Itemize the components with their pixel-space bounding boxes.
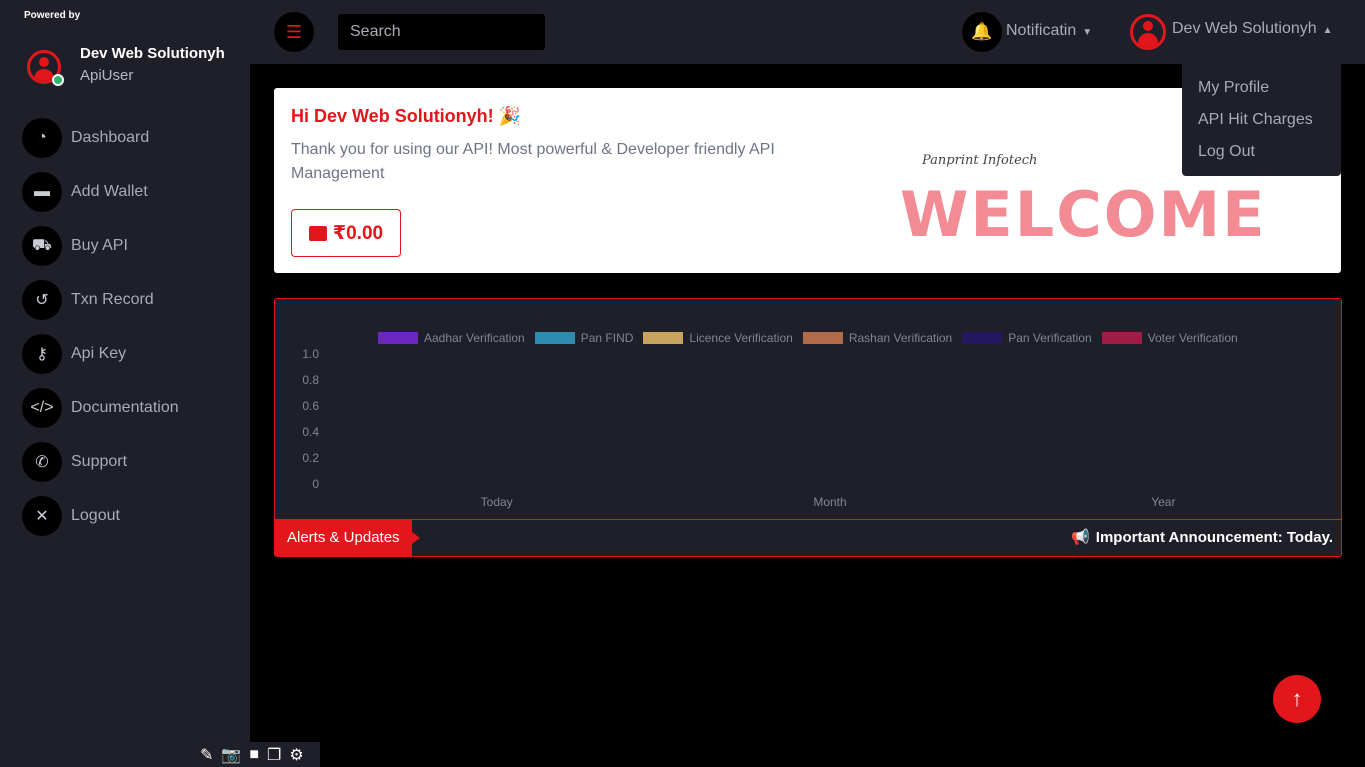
chevron-down-icon: ▼: [1082, 27, 1093, 38]
search-input[interactable]: [338, 14, 545, 50]
y-tick-label: 0.6: [302, 399, 319, 413]
online-status-dot: [52, 74, 64, 86]
sidebar-item-buy-api[interactable]: ⛟ Buy API: [22, 225, 179, 267]
profile-avatar[interactable]: [1130, 14, 1166, 50]
bell-icon[interactable]: 🔔: [962, 12, 1002, 52]
legend-label: Licence Verification: [689, 331, 793, 345]
history-icon: ↺: [22, 280, 62, 320]
y-tick-label: 0: [312, 477, 319, 491]
illustration-word: WELCOME: [900, 178, 1267, 251]
y-axis: 1.0 0.8 0.6 0.4 0.2 0: [295, 347, 319, 491]
notifications-label: Notificatin: [1006, 22, 1077, 39]
camera-icon[interactable]: 📷: [221, 745, 241, 765]
alerts-bar: Alerts & Updates 📢 Important Announcement…: [275, 519, 1341, 556]
sidebar-item-api-key[interactable]: ⚷ Api Key: [22, 333, 179, 375]
sidebar-item-documentation[interactable]: </> Documentation: [22, 387, 179, 429]
sidebar-item-label: Dashboard: [71, 129, 150, 146]
profile-name: Dev Web Solutionyh: [1172, 20, 1317, 37]
video-icon[interactable]: ■: [249, 746, 259, 764]
announcement-label: Important Announcement: Today.: [1095, 529, 1333, 546]
powered-by-label: Powered by: [24, 10, 81, 21]
profile-dropdown: My Profile API Hit Charges Log Out: [1182, 64, 1341, 176]
sidebar-item-txn-record[interactable]: ↺ Txn Record: [22, 279, 179, 321]
wallet-icon: ▬: [22, 172, 62, 212]
greeting-heading: Hi Dev Web Solutionyh! 🎉: [291, 106, 522, 126]
y-tick-label: 0.8: [302, 373, 319, 387]
hamburger-icon: ☰: [285, 21, 303, 42]
user-role: ApiUser: [80, 67, 134, 84]
legend-swatch: [534, 332, 575, 344]
gauge-icon: ◔: [22, 118, 62, 158]
key-icon: ⚷: [22, 334, 62, 374]
legend-swatch: [1101, 332, 1142, 344]
legend-label: Rashan Verification: [848, 331, 953, 345]
sidebar-item-label: Logout: [71, 507, 120, 524]
legend-label: Voter Verification: [1147, 331, 1238, 345]
chevron-up-icon: ▲: [1322, 25, 1333, 36]
legend-item[interactable]: Pan FIND: [534, 331, 634, 345]
dropdown-item-api-hit-charges[interactable]: API Hit Charges: [1182, 108, 1341, 140]
chart-legend: Aadhar Verification Pan FIND Licence Verif…: [378, 331, 1238, 345]
announcement-text: 📢 Important Announcement: Today.: [1071, 528, 1333, 546]
sidebar-item-label: Buy API: [71, 237, 128, 254]
menu-toggle-button[interactable]: ☰: [274, 12, 314, 52]
phone-icon: ✆: [22, 442, 62, 482]
megaphone-icon: 📢: [1071, 529, 1090, 546]
legend-item[interactable]: Voter Verification: [1101, 331, 1238, 345]
y-tick-label: 0.4: [302, 425, 319, 439]
welcome-card: Hi Dev Web Solutionyh! 🎉 Thank you for u…: [274, 88, 1341, 273]
profile-menu[interactable]: Dev Web Solutionyh ▲: [1172, 20, 1333, 38]
sidebar-item-add-wallet[interactable]: ▬ Add Wallet: [22, 171, 179, 213]
api-usage-chart: Aadhar Verification Pan FIND Licence Verif…: [274, 298, 1342, 557]
sidebar-nav: ◔ Dashboard ▬ Add Wallet ⛟ Buy API ↺ Txn Rec…: [22, 117, 179, 549]
legend-swatch: [962, 332, 1003, 344]
sidebar-item-label: Documentation: [71, 399, 179, 416]
legend-swatch: [643, 332, 684, 344]
sidebar-item-label: Add Wallet: [71, 183, 148, 200]
wallet-icon: [308, 225, 327, 241]
pin-icon[interactable]: ✎: [200, 745, 213, 765]
dropdown-item-log-out[interactable]: Log Out: [1182, 140, 1341, 172]
legend-item[interactable]: Pan Verification: [962, 331, 1092, 345]
sidebar-item-label: Api Key: [71, 345, 127, 362]
topbar: ☰ 🔔 Notificatin ▼ Dev Web Solutionyh ▲: [250, 0, 1365, 64]
illustration-signature: Panprint Infotech: [922, 153, 1038, 168]
code-icon: </>: [22, 388, 62, 428]
x-tick-label: Year: [1151, 495, 1176, 509]
wallet-balance-button[interactable]: ₹0.00: [291, 209, 401, 257]
scroll-to-top-button[interactable]: ↑: [1273, 675, 1321, 723]
user-name: Dev Web Solutionyh: [80, 45, 225, 62]
y-tick-label: 0.2: [302, 451, 319, 465]
dropdown-item-my-profile[interactable]: My Profile: [1182, 76, 1341, 108]
sidebar-item-dashboard[interactable]: ◔ Dashboard: [22, 117, 179, 159]
legend-swatch: [378, 332, 418, 344]
sidebar-item-support[interactable]: ✆ Support: [22, 441, 179, 483]
wallet-balance: ₹0.00: [332, 222, 384, 244]
sidebar: Powered by Dev Web Solutionyh ApiUser ◔ D…: [0, 0, 320, 767]
sidebar-item-label: Support: [71, 453, 128, 470]
x-tick-label: Today: [480, 495, 513, 509]
close-icon: ✕: [22, 496, 62, 536]
legend-item[interactable]: Rashan Verification: [802, 331, 953, 345]
legend-label: Aadhar Verification: [424, 331, 525, 345]
arrow-up-icon: ↑: [1291, 686, 1303, 711]
x-tick-label: Month: [813, 495, 847, 509]
sidebar-item-logout[interactable]: ✕ Logout: [22, 495, 179, 537]
legend-swatch: [802, 332, 843, 344]
gear-icon[interactable]: ⚙: [289, 745, 303, 765]
legend-item[interactable]: Aadhar Verification: [378, 331, 525, 345]
welcome-message: Thank you for using our API! Most powerf…: [291, 141, 775, 182]
legend-item[interactable]: Licence Verification: [643, 331, 793, 345]
copy-icon[interactable]: ❐: [267, 745, 281, 765]
notifications-menu[interactable]: Notificatin ▼: [1006, 22, 1092, 40]
legend-label: Pan Verification: [1008, 331, 1092, 345]
legend-label: Pan FIND: [580, 331, 634, 345]
alerts-tag: Alerts & Updates: [275, 520, 420, 556]
cart-icon: ⛟: [22, 226, 62, 266]
capture-toolbar: ✎ 📷 ■ ❐ ⚙: [196, 742, 320, 767]
y-tick-label: 1.0: [302, 347, 319, 361]
sidebar-item-label: Txn Record: [71, 291, 154, 308]
